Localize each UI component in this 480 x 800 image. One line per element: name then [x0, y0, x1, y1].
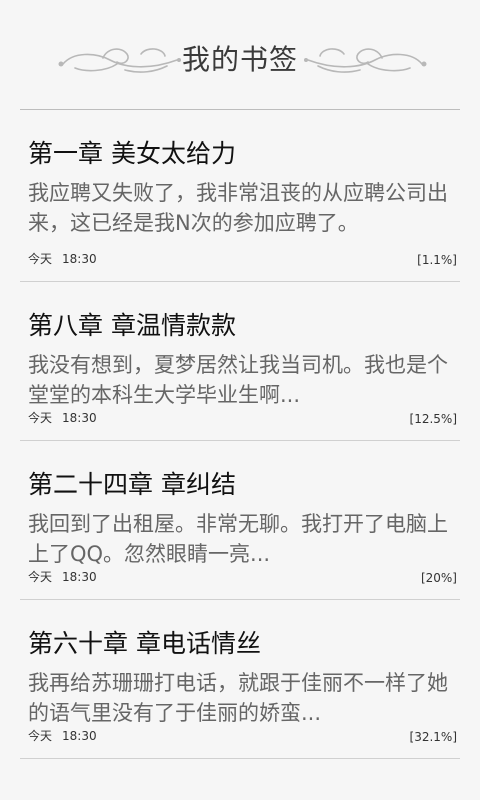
bookmark-day: 今天 — [28, 570, 53, 584]
bookmark-time: 18:30 — [62, 252, 97, 266]
bookmark-item[interactable]: 第一章 美女太给力 我应聘又失败了，我非常沮丧的从应聘公司出来，这已经是我N次的… — [20, 110, 460, 282]
bookmark-date: 今天 18:30 — [28, 250, 97, 267]
chapter-summary: 我回到了出租屋。非常无聊。我打开了电脑上上了QQ。忽然眼睛一亮... — [28, 512, 448, 566]
bookmark-date: 今天 18:30 — [28, 409, 97, 426]
reading-progress: [1.1%] — [417, 253, 457, 267]
ornament-right-icon — [304, 48, 427, 73]
bookmark-day: 今天 — [28, 411, 53, 425]
bookmark-item[interactable]: 第六十章 章电话情丝 我再给苏珊珊打电话，就跟于佳丽不一样了她的语气里没有了于佳… — [20, 600, 460, 759]
bookmark-time: 18:30 — [62, 570, 97, 584]
bookmark-time: 18:30 — [62, 729, 97, 743]
reading-progress: [32.1%] — [409, 730, 457, 744]
chapter-summary: 我应聘又失败了，我非常沮丧的从应聘公司出来，这已经是我N次的参加应聘了。 — [28, 181, 448, 235]
bookmark-item[interactable]: 第二十四章 章纠结 我回到了出租屋。非常无聊。我打开了电脑上上了QQ。忽然眼睛一… — [20, 441, 460, 600]
bookmark-day: 今天 — [28, 729, 53, 743]
bookmark-item[interactable]: 第八章 章温情款款 我没有想到，夏梦居然让我当司机。我也是个堂堂的本科生大学毕业… — [20, 282, 460, 441]
chapter-title: 第八章 章温情款款 — [28, 311, 236, 340]
chapter-title: 第二十四章 章纠结 — [28, 470, 236, 499]
bookmark-date: 今天 18:30 — [28, 568, 97, 585]
bookmark-time: 18:30 — [62, 411, 97, 425]
chapter-summary: 我没有想到，夏梦居然让我当司机。我也是个堂堂的本科生大学毕业生啊... — [28, 353, 448, 407]
reading-progress: [12.5%] — [409, 412, 457, 426]
header: 我的书签 — [0, 0, 480, 110]
chapter-title: 第六十章 章电话情丝 — [28, 629, 261, 658]
chapter-title: 第一章 美女太给力 — [28, 139, 236, 168]
chapter-summary: 我再给苏珊珊打电话，就跟于佳丽不一样了她的语气里没有了于佳丽的娇蛮... — [28, 671, 448, 725]
bookmark-list: 第一章 美女太给力 我应聘又失败了，我非常沮丧的从应聘公司出来，这已经是我N次的… — [20, 110, 460, 759]
reading-progress: [20%] — [420, 571, 457, 585]
bookmark-day: 今天 — [28, 252, 53, 266]
bookmark-date: 今天 18:30 — [28, 727, 97, 744]
